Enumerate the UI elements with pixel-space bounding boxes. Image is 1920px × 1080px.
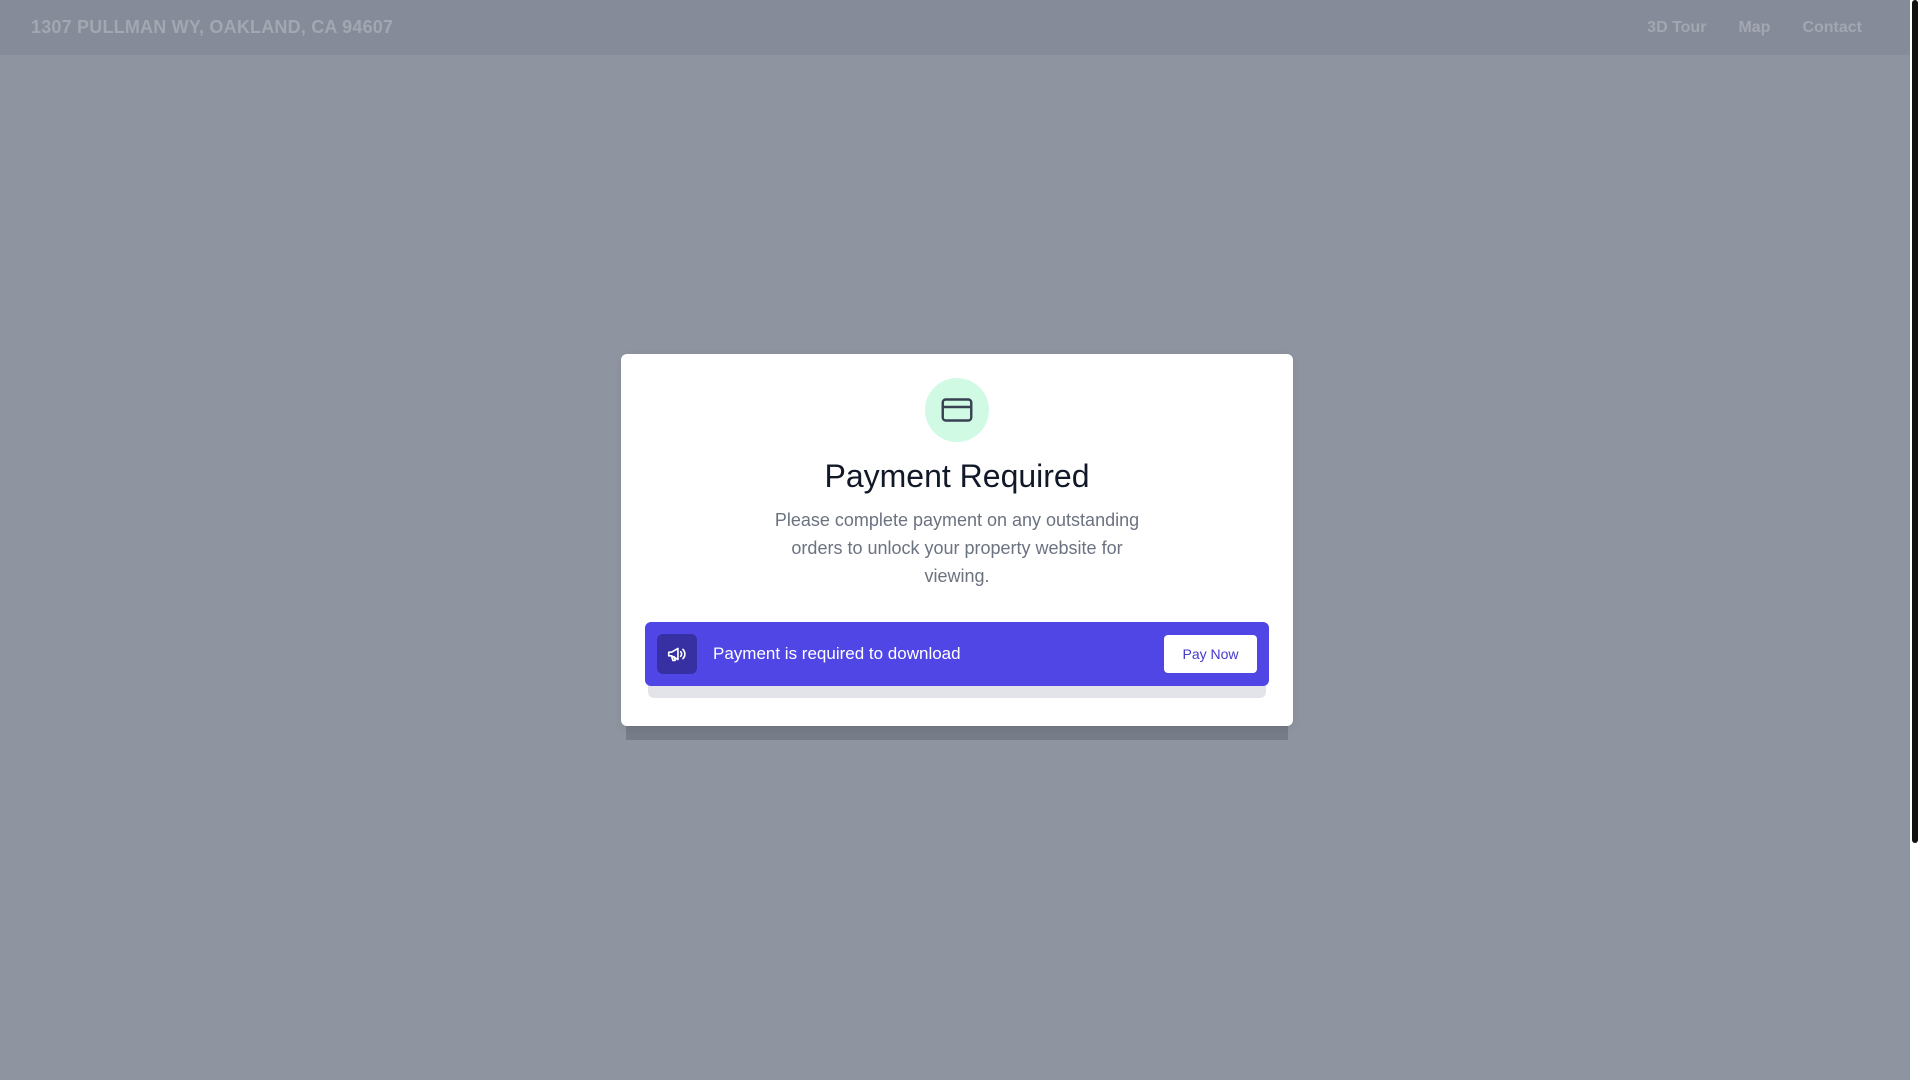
nav-link-3d-tour[interactable]: 3D Tour [1647,19,1706,37]
megaphone-icon [667,647,686,662]
page-backdrop: 1307 PULLMAN WY, OAKLAND, CA 94607 3D To… [0,0,1910,1080]
payment-required-modal: Payment Required Please complete payment… [621,354,1293,726]
property-address: 1307 PULLMAN WY, OAKLAND, CA 94607 [31,17,394,37]
modal-description: Please complete payment on any outstandi… [774,510,1140,586]
megaphone-icon-badge [657,634,697,674]
credit-card-icon [941,398,973,422]
nav-link-contact[interactable]: Contact [1802,19,1862,37]
credit-card-icon-badge [925,378,989,442]
modal-title: Payment Required [824,458,1090,494]
top-navbar: 1307 PULLMAN WY, OAKLAND, CA 94607 3D To… [0,0,1910,55]
pay-now-button[interactable]: Pay Now [1164,635,1257,673]
banner-message: Payment is required to download [713,644,961,663]
nav-link-map[interactable]: Map [1738,19,1770,37]
scrollbar-thumb[interactable] [1912,0,1918,843]
banner-shadow [648,684,1266,698]
payment-banner: Payment is required to download Pay Now [645,622,1269,686]
nav-links: 3D Tour Map Contact [1647,19,1862,37]
